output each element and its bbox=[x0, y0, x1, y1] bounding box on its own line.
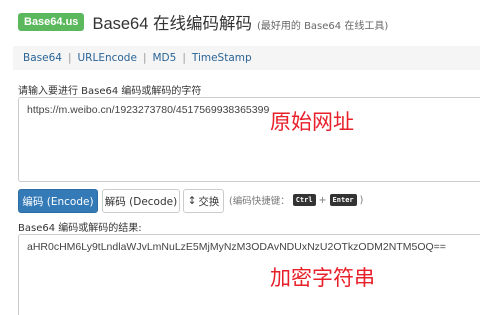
input-label: 请输入要进行 Base64 编码或解码的字符 bbox=[18, 86, 202, 97]
plus-sign: + bbox=[318, 194, 327, 206]
shortcut-hint: (编码快捷键： Ctrl + Enter ) bbox=[229, 193, 363, 207]
app-header: Base64.us Base64 在线编码解码 (最好用的 Base64 在线工… bbox=[0, 0, 480, 44]
swap-label: 交换 bbox=[198, 195, 220, 208]
swap-button[interactable]: ↕ 交换 bbox=[183, 189, 224, 213]
site-logo[interactable]: Base64.us bbox=[18, 13, 85, 31]
page-subtitle: (最好用的 Base64 在线工具) bbox=[256, 20, 389, 32]
enter-key-badge: Enter bbox=[329, 194, 357, 206]
input-value: https://m.weibo.cn/1923273780/4517569938… bbox=[27, 104, 270, 116]
decode-button[interactable]: 解码 (Decode) bbox=[102, 189, 180, 213]
nav-bar: Base64 | URLEncode | MD5 | TimeStamp bbox=[13, 46, 480, 70]
output-value: aHR0cHM6Ly9tLndlaWJvLmNuLzE5MjMyNzM3ODAv… bbox=[27, 241, 446, 253]
ctrl-key-badge: Ctrl bbox=[292, 194, 316, 206]
output-textarea[interactable]: aHR0cHM6Ly9tLndlaWJvLmNuLzE5MjMyNzM3ODAv… bbox=[18, 234, 480, 315]
swap-icon: ↕ bbox=[187, 195, 197, 207]
output-overlay-annotation: 加密字符串 bbox=[270, 266, 375, 290]
output-label: Base64 编码或解码的结果: bbox=[18, 223, 142, 234]
input-textarea[interactable]: https://m.weibo.cn/1923273780/4517569938… bbox=[18, 97, 480, 182]
nav-separator: | bbox=[182, 52, 186, 64]
input-overlay-annotation: 原始网址 bbox=[270, 110, 354, 134]
nav-item-timestamp[interactable]: TimeStamp bbox=[192, 52, 252, 64]
nav-item-base64[interactable]: Base64 bbox=[23, 52, 62, 64]
nav-item-urlencode[interactable]: URLEncode bbox=[77, 52, 136, 64]
page-title: Base64 在线编码解码 bbox=[92, 15, 252, 33]
nav-separator: | bbox=[67, 52, 72, 64]
nav-separator: | bbox=[142, 52, 147, 64]
nav-item-md5[interactable]: MD5 bbox=[152, 52, 176, 64]
encode-button[interactable]: 编码 (Encode) bbox=[18, 189, 98, 213]
hint-suffix: ) bbox=[359, 194, 364, 206]
hint-prefix: (编码快捷键： bbox=[229, 196, 290, 207]
